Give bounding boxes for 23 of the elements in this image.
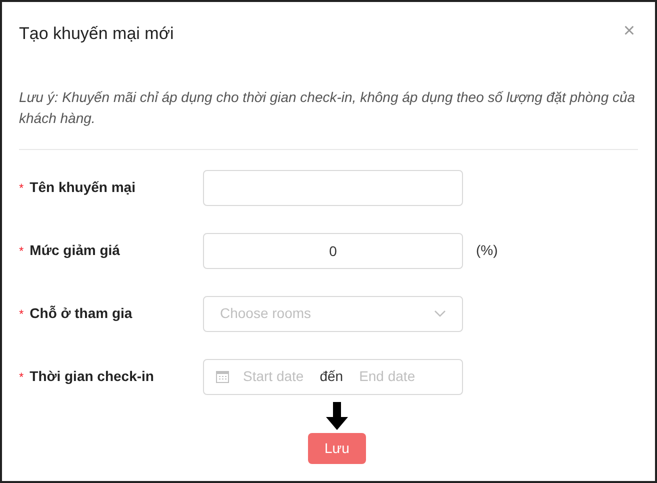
close-button[interactable]: × — [623, 21, 635, 41]
range-separator: đến — [320, 367, 344, 386]
field-label: Mức giảm giá — [30, 241, 120, 260]
save-button[interactable]: Lưu — [308, 432, 366, 464]
discount-input[interactable]: 0 — [203, 232, 463, 268]
field-label: Chỗ ở tham gia — [30, 304, 132, 323]
required-mark: * — [19, 368, 24, 386]
date-range-field[interactable]: Start date đến End date — [203, 358, 463, 394]
required-mark: * — [19, 180, 24, 196]
field-label: Thời gian check-in — [30, 367, 154, 386]
field-label: Tên khuyến mại — [30, 178, 136, 197]
required-mark: * — [19, 242, 24, 260]
rooms-select[interactable]: Choose rooms — [203, 296, 463, 332]
required-mark: * — [19, 306, 24, 322]
note-text: Lưu ý: Khuyến mãi chỉ áp dụng cho thời gian check-in, không áp dụng theo số lượng đặt phòng của khách hàng. — [19, 88, 636, 128]
name-input[interactable] — [203, 170, 463, 206]
arrow-down-icon — [326, 402, 348, 430]
chevron-down-icon — [434, 310, 446, 318]
start-date-placeholder[interactable]: Start date — [243, 366, 304, 387]
percent-unit: (%) — [476, 241, 498, 260]
end-date-placeholder[interactable]: End date — [359, 366, 416, 387]
calendar-icon — [216, 370, 229, 383]
dialog-title: Tạo khuyến mại mới — [19, 23, 174, 45]
